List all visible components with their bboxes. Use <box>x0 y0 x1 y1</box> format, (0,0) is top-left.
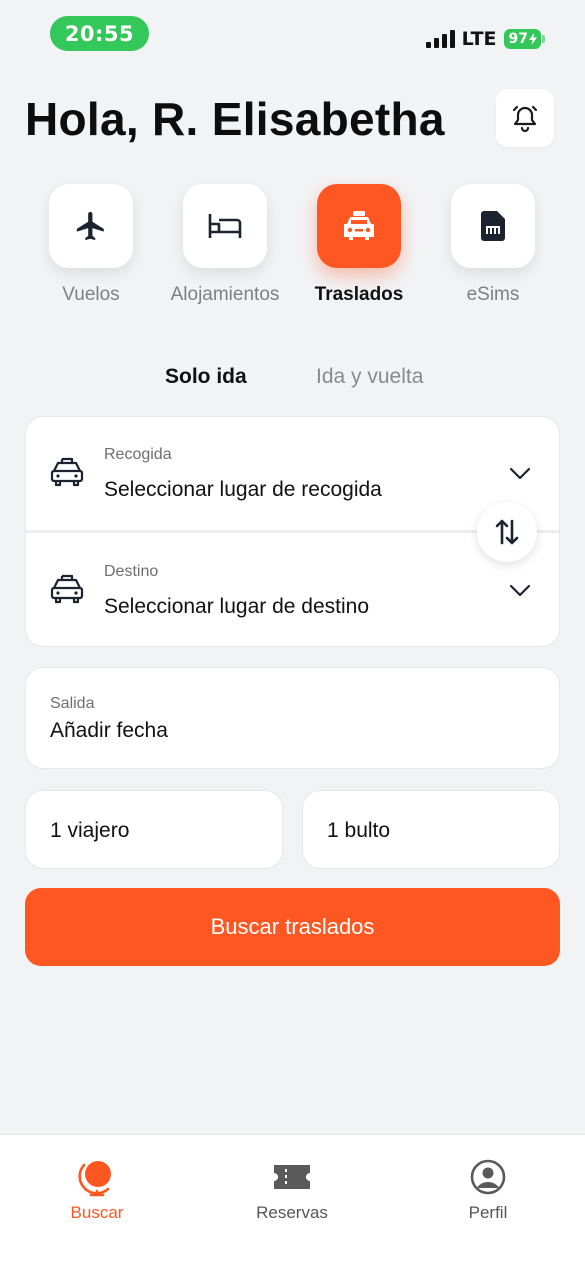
travelers-value: 1 viajero <box>50 819 130 842</box>
nav-label: Perfil <box>468 1203 508 1222</box>
swap-vertical-icon <box>495 519 519 545</box>
category-tile[interactable] <box>317 184 401 268</box>
category-tile[interactable] <box>49 184 133 268</box>
nav-reservas[interactable]: Reservas <box>222 1157 362 1223</box>
charging-bolt-icon <box>529 33 537 45</box>
departure-date-field[interactable]: Salida Añadir fecha <box>25 667 560 769</box>
category-traslados[interactable]: Traslados <box>289 184 429 306</box>
nav-perfil[interactable]: Perfil <box>418 1157 558 1223</box>
category-label: Vuelos <box>62 284 120 305</box>
search-transfers-button[interactable]: Buscar traslados <box>25 888 560 966</box>
luggage-selector[interactable]: 1 bulto <box>302 790 560 869</box>
category-selector: Vuelos Alojamientos Traslados eSims <box>0 184 585 314</box>
category-label: eSims <box>466 284 520 305</box>
pickup-field[interactable]: Recogida Seleccionar lugar de recogida <box>26 417 559 529</box>
notifications-button[interactable] <box>496 89 554 147</box>
category-label: Traslados <box>314 284 404 305</box>
tab-solo-ida[interactable]: Solo ida <box>165 365 247 389</box>
departure-label: Salida <box>50 695 95 712</box>
travelers-selector[interactable]: 1 viajero <box>25 790 283 869</box>
battery-icon: 97 <box>503 29 545 49</box>
bed-icon <box>208 214 242 238</box>
ticket-icon <box>274 1165 310 1189</box>
status-time: 20:55 <box>50 16 149 51</box>
pickup-placeholder: Seleccionar lugar de recogida <box>104 478 382 501</box>
taxi-icon <box>50 457 84 487</box>
globe-icon <box>78 1161 111 1197</box>
chevron-down-icon <box>509 467 531 480</box>
destination-field[interactable]: Destino Seleccionar lugar de destino <box>26 534 559 646</box>
destination-label: Destino <box>104 563 159 580</box>
greeting-title: Hola, R. Elisabetha <box>25 93 445 145</box>
nav-label: Buscar <box>70 1203 124 1222</box>
bell-icon <box>512 105 538 133</box>
bottom-navigation: Buscar Reservas Perfil <box>0 1134 585 1266</box>
network-type: LTE <box>461 28 497 50</box>
swap-locations-button[interactable] <box>477 502 537 562</box>
nav-buscar[interactable]: Buscar <box>27 1157 167 1223</box>
tab-ida-y-vuelta[interactable]: Ida y vuelta <box>316 365 423 389</box>
departure-value: Añadir fecha <box>50 719 168 742</box>
status-bar: 20:55 LTE 97 <box>0 0 585 70</box>
category-tile[interactable] <box>183 184 267 268</box>
sim-card-icon <box>481 211 505 241</box>
taxi-icon <box>50 574 84 604</box>
category-vuelos[interactable]: Vuelos <box>21 184 161 306</box>
status-indicators: LTE 97 <box>425 26 545 52</box>
destination-placeholder: Seleccionar lugar de destino <box>104 595 370 618</box>
category-label: Alojamientos <box>170 284 280 305</box>
nav-label: Reservas <box>256 1203 328 1222</box>
chevron-down-icon <box>509 584 531 597</box>
profile-icon <box>470 1159 506 1195</box>
signal-icon <box>425 30 455 48</box>
category-tile[interactable] <box>451 184 535 268</box>
category-esims[interactable]: eSims <box>423 184 563 306</box>
plane-icon <box>76 211 104 241</box>
taxi-icon <box>344 211 374 240</box>
battery-level: 97 <box>508 31 528 47</box>
category-alojamientos[interactable]: Alojamientos <box>155 184 295 306</box>
pickup-label: Recogida <box>104 446 172 463</box>
luggage-value: 1 bulto <box>327 819 391 842</box>
